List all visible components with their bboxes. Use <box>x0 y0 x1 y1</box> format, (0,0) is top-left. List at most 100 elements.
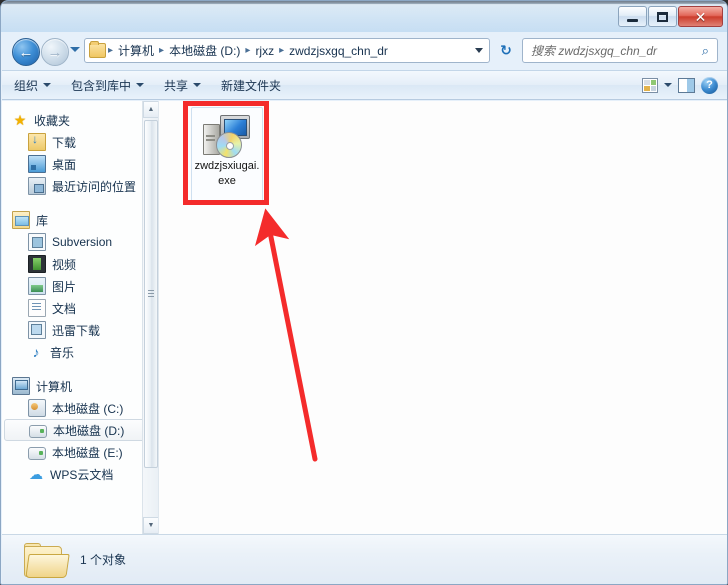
toolbar-right-group: ? <box>642 76 727 94</box>
sidebar-item-label: 下载 <box>52 135 77 150</box>
sidebar-scrollbar[interactable]: ▲ ▼ <box>142 101 158 534</box>
help-icon[interactable]: ? <box>701 76 718 94</box>
sidebar-item-label: 音乐 <box>50 345 75 360</box>
open-folder-icon <box>24 542 70 578</box>
system-drive-icon <box>28 399 46 417</box>
window-body: ★ 收藏夹 下载 桌面 最近访问的位置 库 <box>2 101 727 534</box>
toolbar-share-button[interactable]: 共享 <box>156 74 209 96</box>
breadcrumb-item-current[interactable]: zwdzjsxgq_chn_dr <box>286 44 391 58</box>
breadcrumb-separator[interactable]: ▸ <box>106 45 115 56</box>
navigation-pane: ★ 收藏夹 下载 桌面 最近访问的位置 库 <box>2 101 159 534</box>
command-toolbar: 组织 包含到库中 共享 新建文件夹 ? <box>2 70 727 100</box>
toolbar-include-in-library-button[interactable]: 包含到库中 <box>63 74 152 96</box>
status-item-count: 1 个对象 <box>80 553 127 567</box>
sidebar-group-computer[interactable]: 计算机 <box>2 375 158 397</box>
sidebar-item-drive-e[interactable]: 本地磁盘 (E:) <box>2 441 158 463</box>
change-view-icon[interactable] <box>642 77 658 93</box>
scrollbar-grip-icon <box>148 290 154 291</box>
minimize-icon <box>627 18 638 22</box>
search-input[interactable]: 搜索 zwdzjsxgq_chn_dr ⌕ <box>522 38 718 63</box>
folder-front-shape <box>25 553 70 578</box>
forward-button[interactable]: → <box>41 38 69 66</box>
sidebar-group-libraries[interactable]: 库 <box>2 209 158 231</box>
close-button[interactable]: ✕ <box>678 6 723 27</box>
sidebar-item-label: 图片 <box>52 279 77 294</box>
sidebar-item-wps-cloud[interactable]: ☁ WPS云文档 <box>2 463 158 485</box>
toolbar-item-label: 包含到库中 <box>71 78 132 93</box>
minimize-button[interactable] <box>618 6 647 27</box>
sidebar-item-drive-c[interactable]: 本地磁盘 (C:) <box>2 397 158 419</box>
chevron-down-icon <box>193 83 202 87</box>
maximize-button[interactable] <box>648 6 677 27</box>
view-chevron-down-icon[interactable] <box>664 83 672 87</box>
toolbar-organize-button[interactable]: 组织 <box>6 74 59 96</box>
sidebar-item-downloads[interactable]: 下载 <box>2 131 158 153</box>
refresh-icon: ↻ <box>500 42 512 58</box>
sidebar-group-label: 收藏夹 <box>34 113 71 128</box>
toolbar-item-label: 组织 <box>14 78 39 93</box>
cd-disc-shape <box>216 132 242 158</box>
close-icon: ✕ <box>694 8 707 25</box>
search-placeholder: 搜索 zwdzjsxgq_chn_dr <box>531 44 658 58</box>
sidebar-item-drive-d[interactable]: 本地磁盘 (D:) <box>4 419 154 441</box>
desktop-icon <box>28 155 46 173</box>
sidebar-item-label: 桌面 <box>52 157 77 172</box>
thunder-download-icon <box>28 321 46 339</box>
breadcrumb-separator[interactable]: ▸ <box>243 45 252 56</box>
window-controls: ✕ <box>617 6 723 27</box>
breadcrumb-separator[interactable]: ▸ <box>157 45 166 56</box>
music-icon: ♪ <box>32 344 40 360</box>
title-bar: ✕ <box>1 1 727 32</box>
sidebar-item-subversion[interactable]: Subversion <box>2 231 158 253</box>
folder-icon <box>89 41 106 58</box>
sidebar-item-videos[interactable]: 视频 <box>2 253 158 275</box>
installer-exe-icon <box>203 115 251 158</box>
sidebar-item-label: 迅雷下载 <box>52 323 101 338</box>
file-list-pane[interactable]: zwdzjsxiugai.exe <box>159 101 727 534</box>
refresh-button[interactable]: ↻ <box>495 39 517 62</box>
sidebar-group-favorites[interactable]: ★ 收藏夹 <box>2 109 158 131</box>
forward-arrow-icon: → <box>47 43 63 61</box>
sidebar-item-label: 最近访问的位置 <box>52 179 137 194</box>
video-icon <box>28 255 46 273</box>
explorer-window: ✕ ← → ▸ 计算机 ▸ 本地磁盘 (D:) ▸ rjxz ▸ zwdzjsx… <box>0 0 728 585</box>
history-dropdown-icon[interactable] <box>70 47 80 52</box>
scroll-up-icon[interactable]: ▲ <box>143 101 158 118</box>
sidebar-item-label: 本地磁盘 (C:) <box>52 401 124 416</box>
navigation-row: ← → ▸ 计算机 ▸ 本地磁盘 (D:) ▸ rjxz ▸ zwdzjsxgq… <box>1 33 727 69</box>
sidebar-item-desktop[interactable]: 桌面 <box>2 153 158 175</box>
sidebar-item-label: Subversion <box>52 235 113 249</box>
address-dropdown-icon[interactable] <box>475 48 483 53</box>
breadcrumb-item-drive[interactable]: 本地磁盘 (D:) <box>166 42 243 59</box>
scroll-down-icon[interactable]: ▼ <box>143 517 158 534</box>
scrollbar-thumb[interactable] <box>144 120 158 468</box>
sidebar-item-label: 视频 <box>52 257 77 272</box>
file-item[interactable]: zwdzjsxiugai.exe <box>191 107 263 202</box>
toolbar-new-folder-button[interactable]: 新建文件夹 <box>213 74 289 96</box>
address-bar[interactable]: ▸ 计算机 ▸ 本地磁盘 (D:) ▸ rjxz ▸ zwdzjsxgq_chn… <box>84 38 490 63</box>
breadcrumb-separator[interactable]: ▸ <box>277 45 286 56</box>
search-icon: ⌕ <box>701 42 709 58</box>
drive-icon <box>28 447 46 460</box>
sidebar-item-music[interactable]: ♪ 音乐 <box>2 341 158 363</box>
sidebar-group-label: 计算机 <box>36 379 73 394</box>
computer-icon <box>12 377 30 395</box>
file-name-label: zwdzjsxiugai.exe <box>194 160 260 187</box>
cloud-icon: ☁ <box>29 466 43 482</box>
back-button[interactable]: ← <box>12 38 40 66</box>
sidebar-item-pictures[interactable]: 图片 <box>2 275 158 297</box>
sidebar-item-label: WPS云文档 <box>50 467 114 482</box>
sidebar-item-documents[interactable]: 文档 <box>2 297 158 319</box>
recent-places-icon <box>28 177 46 195</box>
breadcrumb-item-rjxz[interactable]: rjxz <box>252 44 277 58</box>
sidebar-item-thunder-download[interactable]: 迅雷下载 <box>2 319 158 341</box>
pictures-icon <box>28 277 46 295</box>
chevron-down-icon <box>136 83 145 87</box>
sidebar-item-recent-places[interactable]: 最近访问的位置 <box>2 175 158 197</box>
preview-pane-icon[interactable] <box>678 77 695 93</box>
documents-icon <box>28 299 46 317</box>
breadcrumb-item-computer[interactable]: 计算机 <box>115 42 157 59</box>
back-arrow-icon: ← <box>18 43 34 61</box>
maximize-icon <box>657 11 668 22</box>
